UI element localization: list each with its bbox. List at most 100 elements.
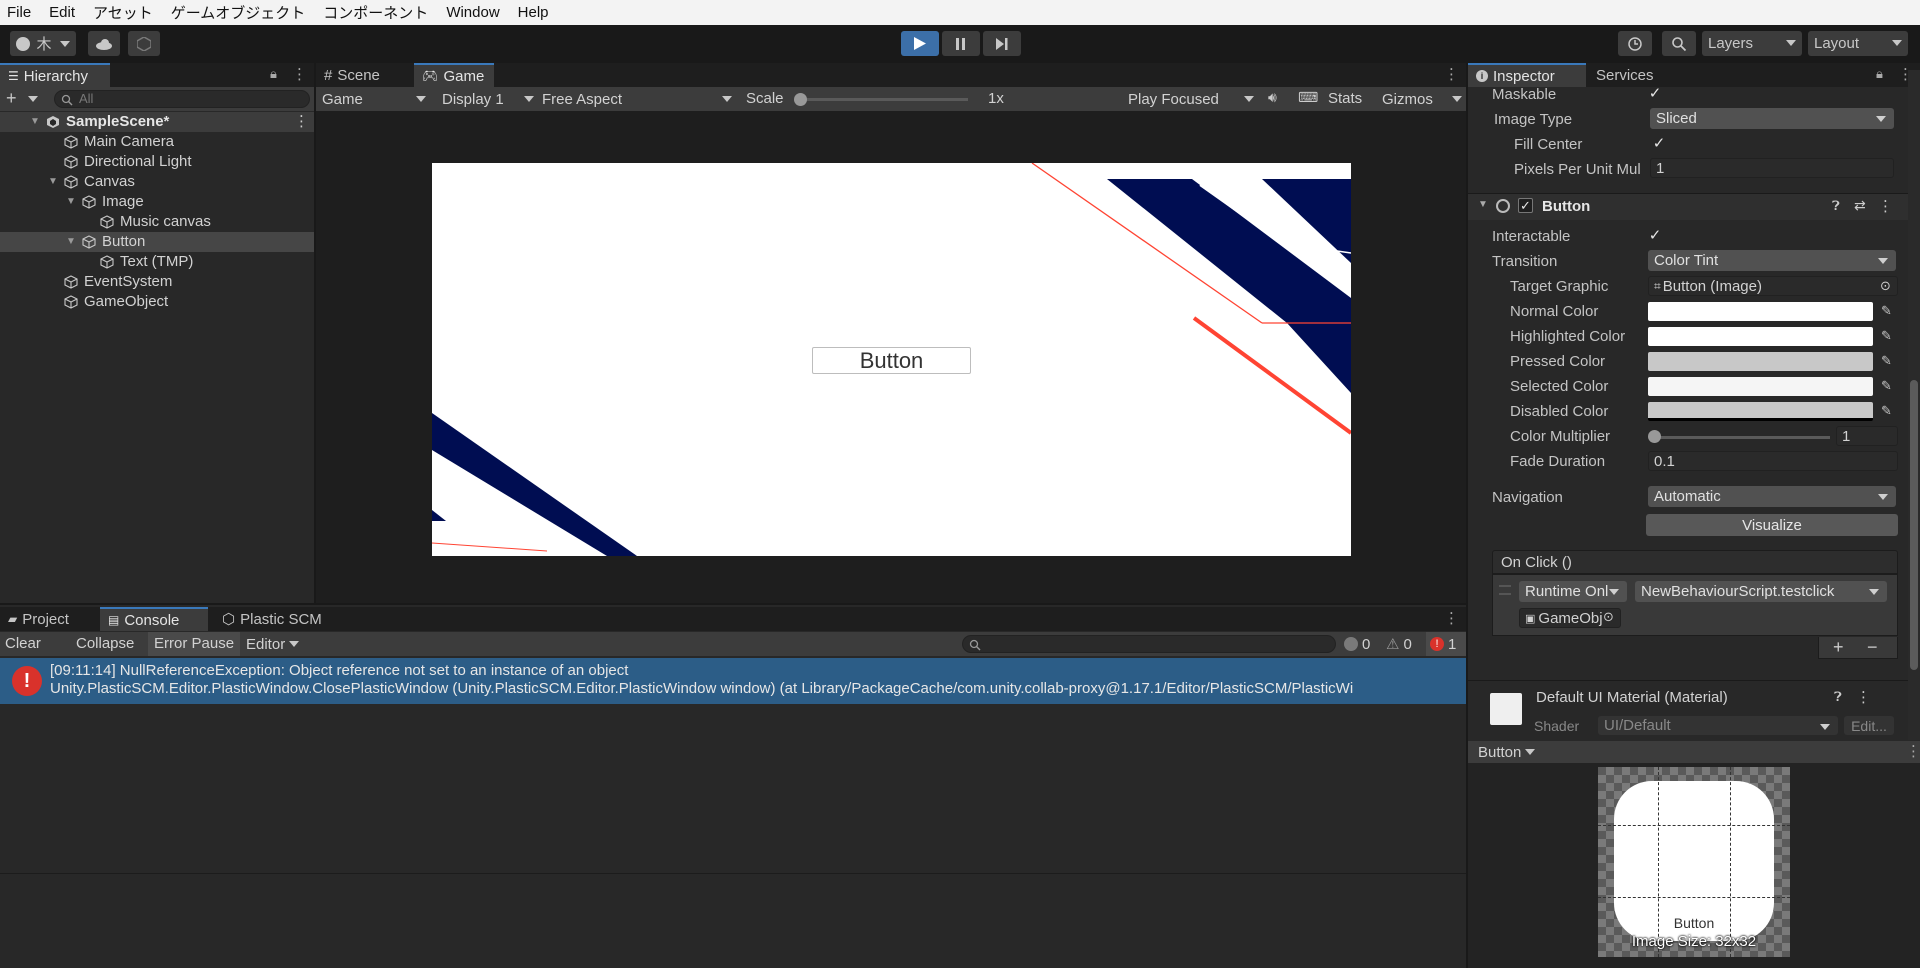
eyedropper-icon[interactable]: ✎ — [1881, 303, 1895, 318]
info-count-toggle[interactable]: 0 — [1344, 635, 1382, 653]
clear-button[interactable]: Clear — [5, 635, 41, 652]
stats-button[interactable]: Stats — [1328, 90, 1362, 107]
play-mode-dropdown[interactable]: Play Focused — [1128, 87, 1254, 111]
tab-scene[interactable]: # Scene — [316, 63, 412, 87]
color-multiplier-field[interactable]: 1 — [1836, 426, 1898, 446]
more-options-icon[interactable]: ⋮ — [1906, 742, 1920, 760]
menu-help[interactable]: Help — [509, 4, 558, 21]
normal-color-swatch[interactable] — [1648, 302, 1873, 321]
eyedropper-icon[interactable]: ✎ — [1881, 353, 1895, 368]
hierarchy-item[interactable]: GameObject — [0, 292, 314, 312]
eyedropper-icon[interactable]: ✎ — [1881, 403, 1895, 418]
color-multiplier-slider[interactable] — [1652, 436, 1830, 439]
help-icon[interactable]: ❓︎ — [1834, 689, 1842, 705]
history-button[interactable] — [1618, 31, 1652, 56]
disabled-color-swatch[interactable] — [1648, 402, 1873, 421]
inspector-scrollbar[interactable] — [1908, 70, 1920, 740]
account-dropdown[interactable]: 木 — [10, 31, 76, 56]
error-count-toggle[interactable]: ! 1 — [1426, 632, 1466, 656]
editor-dropdown[interactable]: Editor — [246, 632, 302, 656]
expand-arrow-icon[interactable]: ▼ — [66, 236, 76, 247]
target-graphic-field[interactable]: ⌗ Button (Image) — [1648, 276, 1898, 296]
pixels-per-unit-field[interactable]: 1 — [1650, 158, 1894, 178]
interactable-checkbox[interactable]: ✓ — [1648, 228, 1662, 243]
transition-dropdown[interactable]: Color Tint — [1648, 250, 1896, 271]
menu-gameobject[interactable]: ゲームオブジェクト — [162, 2, 315, 23]
game-viewport[interactable]: Button — [432, 163, 1351, 556]
function-dropdown[interactable]: NewBehaviourScript.testclick — [1635, 581, 1887, 602]
aspect-dropdown[interactable]: Free Aspect — [542, 87, 732, 111]
object-picker-icon[interactable]: ⊙ — [1603, 609, 1614, 625]
highlighted-color-swatch[interactable] — [1648, 327, 1873, 346]
gizmos-dropdown[interactable]: Gizmos — [1382, 87, 1462, 111]
tab-game[interactable]: 🎮︎ Game — [414, 63, 494, 87]
menu-window[interactable]: Window — [437, 4, 508, 21]
console-search[interactable] — [962, 635, 1336, 653]
help-icon[interactable]: ❓︎ — [1832, 198, 1840, 214]
audio-icon[interactable]: 🔊︎ — [1268, 89, 1277, 106]
layout-dropdown[interactable]: Layout — [1808, 31, 1908, 56]
lock-icon[interactable]: 🔒︎ — [1876, 66, 1883, 82]
cloud-button[interactable] — [88, 31, 120, 56]
more-options-icon[interactable]: ⋮ — [1856, 688, 1871, 706]
error-pause-toggle[interactable]: Error Pause — [148, 632, 240, 656]
preview-dropdown[interactable]: Button — [1478, 741, 1548, 763]
inspector-scrollbar-thumb[interactable] — [1910, 380, 1918, 670]
game-ui-button[interactable]: Button — [812, 347, 971, 374]
view-dropdown[interactable]: Game — [322, 87, 426, 111]
tab-services[interactable]: Services — [1588, 63, 1684, 87]
more-options-icon[interactable]: ⋮ — [1444, 609, 1459, 627]
drag-handle-icon[interactable] — [1499, 585, 1511, 595]
pause-button[interactable] — [942, 31, 980, 56]
play-button[interactable] — [901, 31, 939, 56]
selected-color-swatch[interactable] — [1648, 377, 1873, 396]
button-enabled-checkbox[interactable]: ✓ — [1518, 198, 1533, 213]
expand-arrow-icon[interactable]: ▼ — [30, 116, 40, 127]
maskable-checkbox[interactable]: ✓ — [1648, 86, 1662, 101]
tab-project[interactable]: ▰ Project — [0, 607, 96, 631]
chevron-down-icon[interactable] — [28, 96, 38, 102]
hierarchy-item[interactable]: Directional Light — [0, 152, 314, 172]
hierarchy-item[interactable]: EventSystem — [0, 272, 314, 292]
hierarchy-item[interactable]: ▼ Canvas — [0, 172, 314, 192]
step-button[interactable] — [983, 31, 1021, 56]
scale-slider[interactable] — [798, 98, 968, 101]
expand-arrow-icon[interactable]: ▼ — [48, 176, 58, 187]
scale-slider-handle[interactable] — [794, 93, 807, 106]
more-options-icon[interactable]: ⋮ — [294, 112, 309, 130]
warning-count-toggle[interactable]: ⚠ 0 — [1386, 635, 1424, 654]
add-icon[interactable]: + — [1833, 637, 1844, 658]
scene-row[interactable]: ▼ SampleScene* ⋮ — [0, 112, 314, 132]
hierarchy-item[interactable]: Text (TMP) — [0, 252, 314, 272]
expand-arrow-icon[interactable]: ▼ — [66, 196, 76, 207]
console-log-entry[interactable]: ! [09:11:14] NullReferenceException: Obj… — [0, 658, 1466, 704]
hierarchy-search[interactable]: All — [54, 90, 310, 108]
collapse-button[interactable]: Collapse — [76, 635, 134, 652]
menu-file[interactable]: File — [0, 4, 40, 21]
image-type-dropdown[interactable]: Sliced — [1650, 108, 1894, 129]
shader-dropdown[interactable]: UI/Default — [1598, 716, 1838, 735]
object-picker-icon[interactable]: ⊙ — [1880, 278, 1891, 294]
hierarchy-item[interactable]: ▼ Image — [0, 192, 314, 212]
more-options-icon[interactable]: ⋮ — [1878, 197, 1893, 215]
add-icon[interactable]: + — [6, 88, 17, 109]
fade-duration-field[interactable]: 0.1 — [1648, 451, 1898, 471]
navigation-dropdown[interactable]: Automatic — [1648, 486, 1896, 507]
runtime-dropdown[interactable]: Runtime Onl — [1519, 581, 1627, 602]
collab-button[interactable] — [128, 31, 160, 56]
hierarchy-item[interactable]: Main Camera — [0, 132, 314, 152]
shader-edit-button[interactable]: Edit... — [1844, 716, 1894, 735]
more-options-icon[interactable]: ⋮ — [292, 65, 307, 83]
tab-inspector[interactable]: i Inspector — [1468, 63, 1586, 87]
tab-plastic-scm[interactable]: ⬡ Plastic SCM — [214, 607, 344, 631]
remove-icon[interactable]: − — [1867, 637, 1878, 658]
eyedropper-icon[interactable]: ✎ — [1881, 328, 1895, 343]
lock-icon[interactable]: 🔒︎ — [270, 66, 277, 82]
menu-assets[interactable]: アセット — [84, 2, 162, 23]
search-button[interactable] — [1662, 31, 1696, 56]
visualize-button[interactable]: Visualize — [1646, 514, 1898, 536]
keyboard-icon[interactable]: ⌨ — [1298, 89, 1318, 106]
eyedropper-icon[interactable]: ✎ — [1881, 378, 1895, 393]
more-options-icon[interactable]: ⋮ — [1444, 65, 1459, 83]
display-dropdown[interactable]: Display 1 — [442, 87, 534, 111]
